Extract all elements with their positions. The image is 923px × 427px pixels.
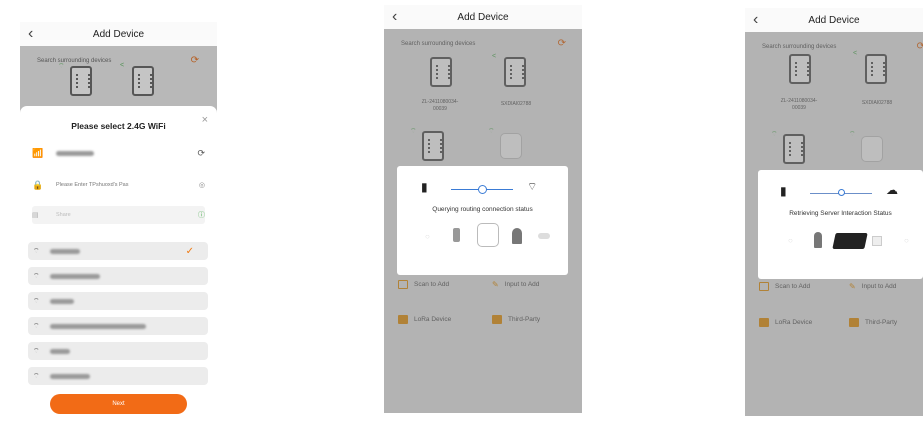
device-icon [814, 232, 822, 248]
header: ‹ Add Device [20, 22, 217, 46]
progress-dot [478, 185, 487, 194]
wifi-name-redacted [49, 323, 146, 329]
plug-icon [477, 223, 499, 247]
phone-icon: ▮ [421, 180, 428, 194]
close-icon[interactable]: × [202, 114, 208, 126]
back-button[interactable]: ‹ [28, 24, 33, 44]
info-icon: ⓘ [198, 212, 205, 219]
lock-icon: 🔒 [32, 179, 44, 190]
next-button[interactable]: Next [50, 394, 187, 414]
back-button[interactable]: ‹ [392, 7, 397, 27]
sensor-icon: ○ [425, 232, 430, 241]
phone-icon: ▮ [780, 184, 787, 198]
status-dialog: ▮ ⌔ Querying routing connection status ○ [397, 166, 568, 275]
device-icon [512, 228, 522, 244]
wifi-name-redacted [49, 298, 74, 304]
wifi-name-redacted [49, 248, 80, 254]
selected-wifi-row[interactable]: 📶 ⟳ [32, 144, 205, 162]
header: ‹ Add Device [745, 8, 923, 32]
status-dialog: ▮ ☁ Retrieving Server Interaction Status… [758, 170, 923, 279]
cloud-icon: ☁ [886, 183, 898, 197]
wifi-name-redacted [49, 373, 90, 379]
wifi-icon: ⌔ [527, 181, 538, 193]
header: ‹ Add Device [384, 5, 582, 29]
wifi-name-redacted [56, 150, 94, 156]
status-text: Querying routing connection status [432, 206, 533, 213]
wifi-icon: 📶 [32, 147, 44, 158]
device-icon [872, 236, 882, 246]
wifi-icon: ⌔ [33, 272, 40, 280]
status-text: Retrieving Server Interaction Status [789, 210, 892, 217]
retrieving-screen: ‹ Add Device Search surrounding devices … [745, 8, 923, 416]
sensor-icon: ○ [904, 236, 909, 245]
password-field[interactable]: 🔒 Please Enter TPshuoxd's Pas ◎ [32, 176, 205, 194]
back-button[interactable]: ‹ [753, 10, 758, 30]
progress-dot [838, 189, 845, 196]
share-label: Share [56, 212, 71, 218]
eye-off-icon[interactable]: ◎ [199, 181, 205, 189]
sensor-icon: ○ [788, 236, 793, 245]
wifi-icon: ⌔ [33, 347, 40, 355]
page-title: Add Device [92, 28, 145, 40]
refresh-wifi-icon[interactable]: ⟳ [197, 148, 205, 159]
device-icon [538, 233, 550, 239]
wifi-list-item[interactable]: ⌔ ✓ [28, 242, 208, 260]
password-placeholder: Please Enter TPshuoxd's Pas [56, 182, 129, 188]
sheet-title: Please select 2.4G WiFi [71, 121, 166, 131]
querying-screen: ‹ Add Device Search surrounding devices … [384, 5, 582, 413]
wifi-icon: ⌔ [33, 297, 40, 305]
wifi-list-item[interactable]: ⌔ [28, 267, 208, 285]
wifi-name-redacted [49, 273, 100, 279]
wifi-select-screen: ‹ Add Device Search surrounding devices … [20, 22, 217, 420]
wifi-icon: ⌔ [33, 372, 40, 380]
share-row[interactable]: ▤ Share ⓘ [32, 206, 205, 224]
wifi-list-item[interactable]: ⌔ [28, 317, 208, 335]
share-icon: ▤ [32, 212, 39, 219]
wifi-name-redacted [49, 348, 70, 354]
gateway-box-icon [832, 233, 868, 249]
wifi-sheet: Please select 2.4G WiFi × 📶 ⟳ 🔒 Please E… [20, 106, 217, 420]
checkmark-icon: ✓ [185, 245, 194, 257]
page-title: Add Device [808, 14, 860, 26]
wifi-list-item[interactable]: ⌔ [28, 367, 208, 385]
wifi-icon: ⌔ [33, 322, 40, 330]
wifi-list-item[interactable]: ⌔ [28, 342, 208, 360]
page-title: Add Device [457, 11, 509, 23]
wifi-list-item[interactable]: ⌔ [28, 292, 208, 310]
wifi-icon: ⌔ [33, 247, 40, 255]
sensor-icon [453, 228, 460, 242]
